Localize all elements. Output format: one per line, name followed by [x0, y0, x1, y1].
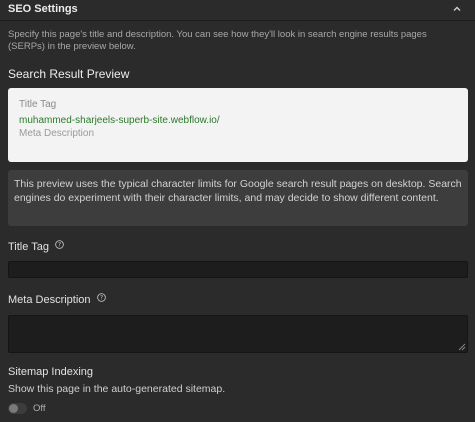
question-circle-icon[interactable]: ? — [96, 293, 106, 302]
title-tag-input[interactable] — [8, 261, 468, 278]
chevron-up-icon[interactable] — [452, 4, 462, 14]
search-result-preview-heading: Search Result Preview — [8, 67, 130, 81]
title-tag-label: Title Tag ? — [8, 240, 64, 253]
title-tag-label-text: Title Tag — [8, 241, 49, 253]
svg-text:?: ? — [58, 243, 61, 249]
sitemap-indexing-toggle[interactable] — [8, 403, 27, 414]
preview-title-tag: Title Tag — [19, 99, 57, 110]
meta-description-textarea[interactable] — [8, 315, 468, 353]
sitemap-indexing-description: Show this page in the auto-generated sit… — [8, 383, 226, 395]
sitemap-toggle-state: Off — [33, 403, 46, 414]
resize-grip-icon[interactable] — [458, 343, 466, 351]
question-circle-icon[interactable]: ? — [55, 240, 64, 249]
preview-meta-description: Meta Description — [19, 128, 95, 139]
seo-settings-header[interactable]: SEO Settings — [0, 0, 475, 21]
svg-text:?: ? — [100, 296, 103, 302]
preview-info-text: This preview uses the typical character … — [14, 178, 462, 204]
sitemap-indexing-title: Sitemap Indexing — [8, 366, 93, 378]
section-title: SEO Settings — [8, 3, 78, 15]
meta-description-label-text: Meta Description — [8, 294, 91, 306]
seo-settings-panel: SEO Settings Specify this page's title a… — [0, 0, 475, 422]
preview-url: muhammed-sharjeels-superb-site.webflow.i… — [19, 115, 220, 126]
meta-description-label: Meta Description ? — [8, 293, 106, 306]
toggle-knob — [9, 404, 18, 413]
preview-info-note: This preview uses the typical character … — [8, 170, 468, 226]
seo-intro-text: Specify this page's title and descriptio… — [8, 29, 427, 52]
search-result-preview: Title Tag muhammed-sharjeels-superb-site… — [8, 88, 468, 162]
